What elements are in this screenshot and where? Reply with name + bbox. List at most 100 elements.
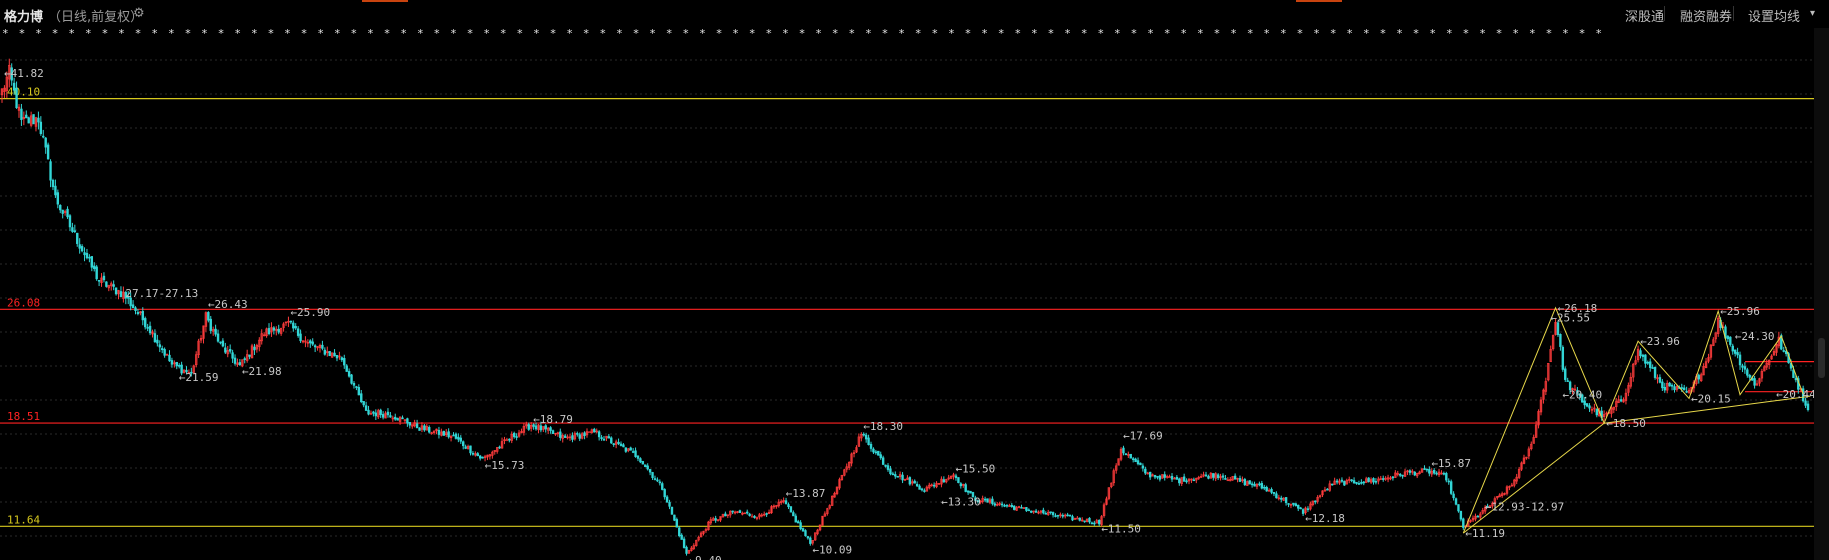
candle-body[interactable]	[1748, 375, 1751, 378]
candle-body[interactable]	[799, 522, 802, 530]
candle-body[interactable]	[1061, 514, 1064, 517]
candle-body[interactable]	[134, 307, 137, 312]
candle-body[interactable]	[1090, 522, 1094, 525]
candle-body[interactable]	[668, 502, 671, 507]
candle-body[interactable]	[1258, 483, 1261, 486]
candle-body[interactable]	[1182, 476, 1186, 482]
candle-body[interactable]	[1423, 468, 1426, 470]
candle-body[interactable]	[105, 281, 108, 287]
candle-body[interactable]	[292, 322, 295, 329]
candle-body[interactable]	[462, 441, 465, 447]
candle-body[interactable]	[1131, 458, 1135, 460]
candle-body[interactable]	[20, 108, 23, 120]
candle-body[interactable]	[25, 114, 28, 119]
candle-body[interactable]	[1170, 475, 1174, 480]
candle-body[interactable]	[148, 325, 152, 334]
candle-body[interactable]	[576, 433, 579, 435]
candle-body[interactable]	[1454, 498, 1458, 505]
candle-body[interactable]	[481, 456, 484, 459]
candle-body[interactable]	[209, 318, 212, 331]
candle-body[interactable]	[1449, 481, 1453, 494]
candle-body[interactable]	[272, 327, 276, 331]
candle-body[interactable]	[1034, 510, 1038, 513]
candle-body[interactable]	[1360, 482, 1363, 484]
candle-body[interactable]	[321, 344, 324, 349]
candle-body[interactable]	[1005, 504, 1009, 507]
candle-body[interactable]	[381, 414, 385, 418]
candle-body[interactable]	[364, 405, 368, 411]
candle-body[interactable]	[447, 431, 450, 438]
candle-body[interactable]	[498, 446, 501, 449]
candle-body[interactable]	[1088, 517, 1091, 523]
candle-body[interactable]	[877, 450, 880, 456]
candle-body[interactable]	[428, 426, 431, 433]
candle-body[interactable]	[1738, 354, 1742, 366]
candle-body[interactable]	[923, 490, 926, 492]
candle-body[interactable]	[622, 444, 625, 448]
candle-body[interactable]	[454, 433, 458, 439]
candle-body[interactable]	[1653, 366, 1657, 378]
candle-body[interactable]	[479, 455, 482, 459]
candle-body[interactable]	[73, 230, 77, 233]
candle-body[interactable]	[983, 498, 987, 501]
candle-body[interactable]	[1782, 350, 1785, 352]
candle-body[interactable]	[83, 252, 86, 256]
candle-body[interactable]	[879, 454, 882, 459]
candle-body[interactable]	[653, 478, 657, 480]
candle-body[interactable]	[571, 435, 574, 440]
candle-body[interactable]	[993, 503, 997, 506]
candle-body[interactable]	[753, 515, 756, 518]
candle-body[interactable]	[228, 348, 232, 352]
candle-body[interactable]	[350, 374, 353, 384]
candle-body[interactable]	[1000, 503, 1004, 506]
candle-body[interactable]	[600, 437, 603, 439]
candle-body[interactable]	[913, 480, 916, 484]
candle-body[interactable]	[437, 429, 441, 435]
candle-body[interactable]	[12, 82, 16, 91]
candle-body[interactable]	[1294, 503, 1298, 507]
candle-body[interactable]	[1097, 520, 1101, 525]
candle-body[interactable]	[277, 328, 280, 333]
candle-body[interactable]	[1233, 475, 1237, 480]
candle-body[interactable]	[146, 327, 149, 329]
candle-body[interactable]	[61, 209, 64, 214]
candle-body[interactable]	[1178, 478, 1181, 484]
candle-body[interactable]	[714, 518, 717, 521]
candle-body[interactable]	[894, 474, 897, 477]
candle-body[interactable]	[367, 409, 370, 415]
candle-body[interactable]	[549, 427, 552, 431]
candle-body[interactable]	[343, 358, 346, 366]
candle-body[interactable]	[88, 256, 91, 259]
candle-body[interactable]	[90, 256, 94, 268]
candle-body[interactable]	[415, 423, 419, 429]
candle-body[interactable]	[1163, 474, 1166, 478]
candle-body[interactable]	[648, 469, 652, 473]
candle-body[interactable]	[918, 485, 921, 490]
candle-body[interactable]	[68, 215, 72, 228]
candle-body[interactable]	[656, 479, 659, 482]
candle-body[interactable]	[1428, 469, 1431, 474]
candle-body[interactable]	[942, 479, 946, 483]
candle-body[interactable]	[639, 458, 642, 463]
candle-body[interactable]	[401, 417, 404, 420]
candle-body[interactable]	[1736, 352, 1739, 356]
candle-body[interactable]	[1357, 483, 1361, 485]
candle-body[interactable]	[357, 387, 361, 396]
candle-body[interactable]	[1452, 493, 1455, 499]
candle-body[interactable]	[214, 328, 217, 335]
candle-body[interactable]	[32, 114, 35, 125]
candle-body[interactable]	[748, 513, 751, 516]
candle-body[interactable]	[161, 348, 164, 351]
candle-body[interactable]	[1078, 517, 1081, 521]
candle-body[interactable]	[1367, 477, 1370, 482]
candle-body[interactable]	[1362, 481, 1365, 484]
candle-body[interactable]	[469, 445, 472, 454]
candle-body[interactable]	[1382, 478, 1385, 480]
candle-body[interactable]	[1168, 476, 1171, 479]
candle-body[interactable]	[1280, 497, 1283, 500]
candle-body[interactable]	[1374, 480, 1378, 483]
candle-body[interactable]	[112, 284, 115, 287]
candle-body[interactable]	[464, 446, 467, 449]
candle-body[interactable]	[136, 312, 140, 315]
candle-body[interactable]	[44, 137, 47, 148]
